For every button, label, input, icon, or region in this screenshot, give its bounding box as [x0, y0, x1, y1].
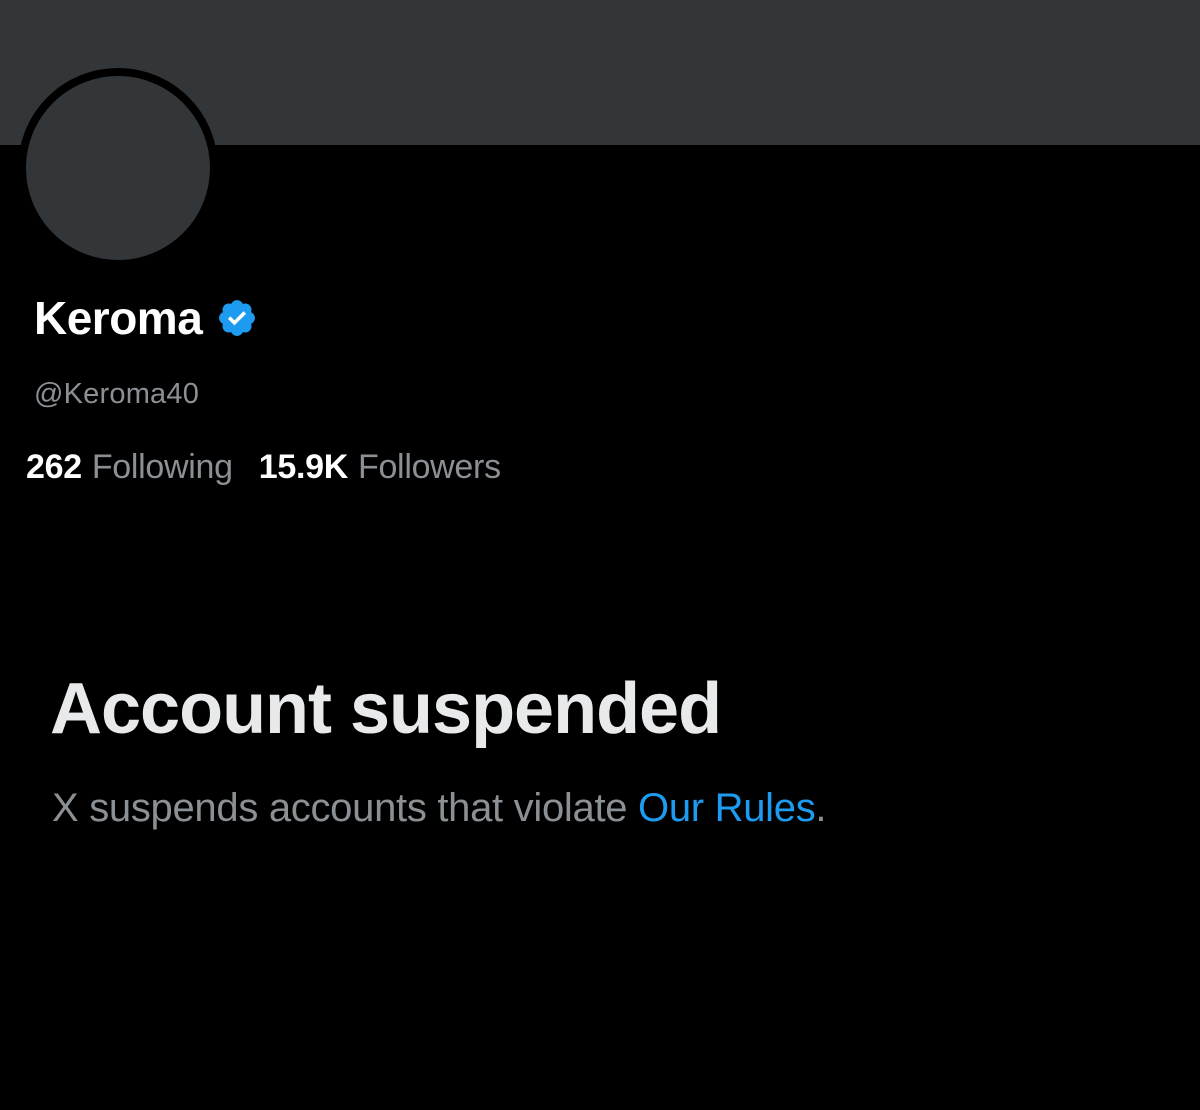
- our-rules-link[interactable]: Our Rules: [638, 786, 816, 830]
- verified-badge-icon[interactable]: [216, 297, 258, 339]
- following-stat[interactable]: 262 Following: [26, 448, 233, 487]
- following-label: Following: [91, 448, 233, 486]
- followers-stat[interactable]: 15.9K Followers: [259, 448, 501, 487]
- suspension-message: X suspends accounts that violate Our Rul…: [52, 786, 827, 831]
- followers-label: Followers: [357, 448, 501, 486]
- profile-name-row: Keroma: [34, 288, 258, 348]
- suspension-message-end: .: [815, 786, 827, 830]
- profile-handle: @Keroma40: [34, 378, 200, 410]
- following-count: 262: [26, 448, 82, 486]
- avatar[interactable]: [18, 68, 218, 268]
- suspension-message-text: X suspends accounts that violate: [52, 786, 639, 830]
- suspension-title: Account suspended: [50, 669, 722, 749]
- profile-stats: 262 Following 15.9K Followers: [26, 448, 527, 487]
- followers-count: 15.9K: [258, 448, 349, 486]
- display-name: Keroma: [34, 292, 203, 344]
